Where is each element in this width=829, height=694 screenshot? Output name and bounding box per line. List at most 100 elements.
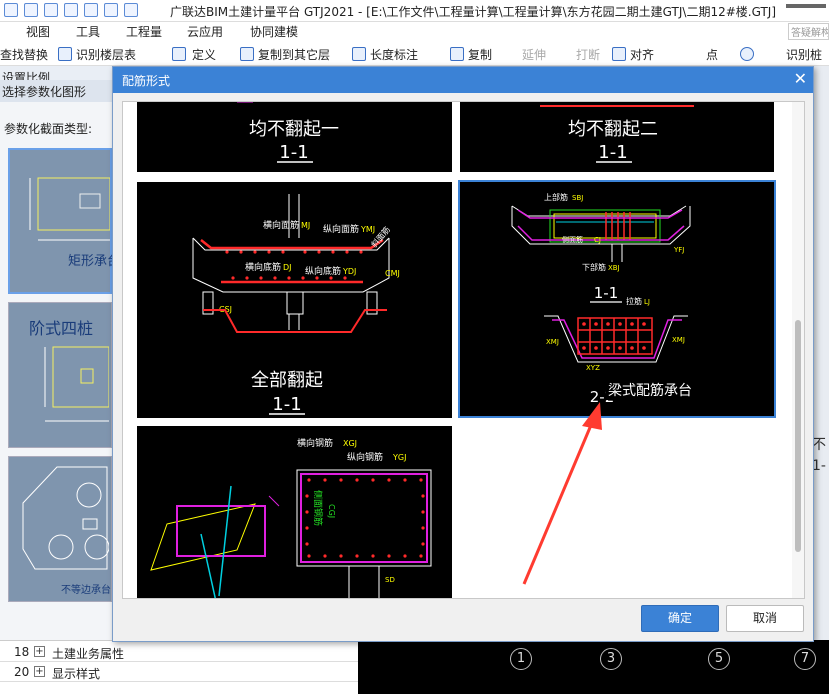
thumb-unequal-cap[interactable]: 不等边承台 — [8, 456, 112, 602]
copy-floor-icon — [240, 47, 254, 61]
tile-drawing: 横向钢筋 XGJ 纵向钢筋 YGJ 侧面钢筋 CGJ SD — [150, 437, 432, 598]
svg-text:LJ: LJ — [644, 298, 650, 306]
row-number: 20 — [14, 665, 30, 679]
copy-to-other-floor-button[interactable]: 复制到其它层 — [258, 46, 330, 63]
tile-drawing: 均不翻起二 1-1 — [540, 105, 694, 163]
svg-text:YFJ: YFJ — [673, 246, 684, 254]
svg-text:横向底筋: 横向底筋 — [245, 261, 281, 273]
property-list: 18 + 土建业务属性 20 + 显示样式 — [0, 640, 358, 694]
svg-text:DJ: DJ — [283, 263, 292, 272]
tile-caption: 全部翻起 — [251, 370, 323, 391]
svg-text:CMJ: CMJ — [385, 269, 400, 278]
align-button[interactable]: 对齐 — [630, 46, 654, 63]
tile-section: 1-1 — [279, 142, 308, 163]
align-icon — [612, 47, 626, 61]
table-icon[interactable] — [104, 3, 118, 17]
tab-tools[interactable]: 工具 — [76, 23, 100, 40]
tile-drawing: 均不翻起一 1-1 — [237, 102, 339, 163]
grid-icon[interactable] — [84, 3, 98, 17]
svg-text:上部筋: 上部筋 — [544, 192, 568, 202]
row-label: 显示样式 — [52, 667, 101, 681]
clock-icon[interactable] — [740, 47, 754, 61]
option-tile-both-not-bent-1[interactable]: 均不翻起一 1-1 — [137, 102, 452, 172]
point-button[interactable]: 点 — [706, 46, 718, 63]
svg-text:XGJ: XGJ — [343, 439, 357, 448]
thumb-title: 不等边承台 — [61, 585, 111, 596]
row-number: 18 — [14, 645, 30, 659]
title-bar: 广联达BIM土建计量平台 GTJ2021 - [E:\工作文件\工程量计算\工程… — [0, 0, 829, 22]
tile-caption: 均不翻起二 — [568, 119, 658, 140]
svg-text:纵向底筋: 纵向底筋 — [305, 265, 341, 277]
option-tile-beam-cap[interactable]: 上部筋 SBJ 侧面筋 CJ 下部筋 XBJ YFJ 1-1 拉筋 LJ XMJ… — [458, 180, 776, 418]
copy-icon — [450, 47, 464, 61]
row-label: 土建业务属性 — [52, 647, 125, 661]
unequal-cap-diagram — [22, 466, 110, 570]
option-tile-rebar-3d[interactable]: 横向钢筋 XGJ 纵向钢筋 YGJ 侧面钢筋 CGJ SD — [137, 426, 452, 598]
svg-text:YDJ: YDJ — [342, 267, 356, 276]
tile-section: 1-1 — [598, 142, 627, 163]
identify-floor-table-button[interactable]: 识别楼层表 — [76, 46, 136, 63]
ribbon-toolbar: 查找替换 识别楼层表 定义 复制到其它层 长度标注 复制 延伸 打断 对齐 点 … — [0, 42, 829, 66]
define-icon — [172, 47, 186, 61]
save-icon[interactable] — [4, 3, 18, 17]
close-icon[interactable]: ✕ — [794, 70, 807, 88]
parametric-shape-title: 选择参数化图形 — [0, 80, 112, 102]
svg-text:XMJ: XMJ — [546, 338, 559, 346]
tile-drawing: 上部筋 SBJ 侧面筋 CJ 下部筋 XBJ YFJ 1-1 拉筋 LJ XMJ… — [511, 192, 732, 406]
svg-text:横向面筋: 横向面筋 — [263, 219, 299, 231]
svg-text:侧面钢筋: 侧面钢筋 — [312, 490, 324, 526]
thumb-step-four-pile[interactable]: 阶式四桩 — [8, 302, 112, 448]
print-icon[interactable] — [124, 3, 138, 17]
svg-text:XYZ: XYZ — [586, 364, 600, 372]
svg-text:YGJ: YGJ — [392, 453, 406, 462]
left-panel: 设置比例 选择参数化图形 参数化截面类型: 矩形承台 阶式四桩 不等边承台 — [0, 66, 120, 694]
define-button[interactable]: 定义 — [192, 46, 216, 63]
list-item[interactable]: 18 + 土建业务属性 — [0, 643, 358, 662]
length-dimension-button[interactable]: 长度标注 — [370, 46, 418, 63]
svg-text:纵向面筋: 纵向面筋 — [323, 223, 359, 235]
undo-icon[interactable] — [44, 3, 58, 17]
section-type-label: 参数化截面类型: — [4, 122, 93, 136]
svg-text:MJ: MJ — [301, 221, 310, 230]
window-minimize-button[interactable] — [786, 4, 826, 8]
tab-view[interactable]: 视图 — [26, 23, 50, 40]
app-title: 广联达BIM土建计量平台 GTJ2021 - [E:\工作文件\工程量计算\工程… — [170, 5, 777, 19]
option-tile-both-not-bent-2[interactable]: 均不翻起二 1-1 — [460, 102, 774, 172]
list-item[interactable]: 20 + 显示样式 — [0, 663, 358, 682]
expand-icon[interactable]: + — [34, 666, 45, 677]
menu-bar: 视图 工具 工程量 云应用 协同建模 答疑解构 — [0, 22, 829, 42]
svg-text:XBJ: XBJ — [608, 264, 620, 272]
dialog-title: 配筋形式 — [122, 74, 171, 88]
expand-icon[interactable]: + — [34, 646, 45, 657]
tile-caption: 均不翻起一 — [249, 119, 339, 140]
break-button[interactable]: 打断 — [576, 46, 600, 63]
thumb-rect-cap[interactable]: 矩形承台 — [8, 148, 120, 294]
find-replace-button[interactable]: 查找替换 — [0, 46, 48, 63]
svg-text:CJ: CJ — [594, 236, 601, 244]
svg-text:侧面筋: 侧面筋 — [562, 235, 583, 244]
option-tile-all-bent[interactable]: 横向面筋 MJ 纵向面筋 YMJ 横向底筋 DJ 纵向底筋 YDJ CMJ CS… — [137, 182, 452, 418]
identify-pile-button[interactable]: 识别桩 — [786, 46, 822, 63]
tab-collab[interactable]: 协同建模 — [250, 23, 298, 40]
thumb-title: 阶式四桩 — [29, 319, 94, 338]
annotation-arrow — [522, 402, 602, 585]
svg-text:XMJ: XMJ — [672, 336, 685, 344]
extend-button[interactable]: 延伸 — [522, 46, 546, 63]
svg-text:横向钢筋: 横向钢筋 — [297, 437, 333, 449]
tab-cloud[interactable]: 云应用 — [187, 23, 223, 40]
tab-quantity[interactable]: 工程量 — [126, 23, 162, 40]
rect-cap-diagram — [29, 177, 111, 241]
svg-text:SD: SD — [385, 576, 395, 584]
svg-text:SBJ: SBJ — [572, 194, 583, 202]
search-icon[interactable] — [24, 3, 38, 17]
dialog-title-bar: 配筋形式 ✕ — [113, 67, 813, 93]
ruler-icon — [352, 47, 366, 61]
copy-button[interactable]: 复制 — [468, 46, 492, 63]
svg-text:下部筋: 下部筋 — [582, 262, 606, 272]
svg-text:纵向钢筋: 纵向钢筋 — [347, 451, 383, 463]
svg-text:拉筋: 拉筋 — [626, 296, 642, 306]
svg-text:CGJ: CGJ — [327, 504, 336, 518]
pencil-icon[interactable] — [64, 3, 78, 17]
help-search-input[interactable]: 答疑解构 — [788, 23, 829, 40]
table-icon — [58, 47, 72, 61]
